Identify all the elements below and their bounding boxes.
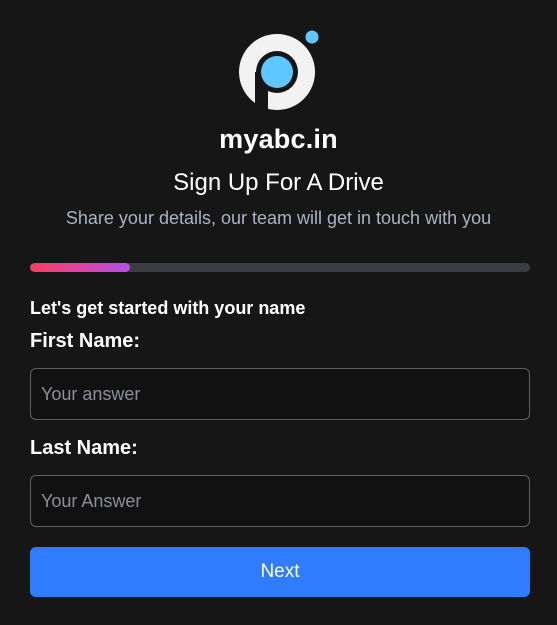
first-name-label: First Name: [30, 330, 141, 352]
progress-bar-fill [30, 263, 130, 272]
next-button[interactable]: Next [30, 547, 530, 597]
first-name-input[interactable] [30, 368, 530, 420]
step-heading: Let's get started with your name [30, 298, 306, 318]
brand-name: myabc.in [219, 124, 338, 154]
signup-card: myabc.in Sign Up For A Drive Share your … [0, 0, 557, 625]
last-name-label: Last Name: [30, 437, 138, 459]
page-subtitle: Share your details, our team will get in… [65, 208, 492, 228]
last-name-input[interactable] [30, 475, 530, 527]
page-title: Sign Up For A Drive [173, 169, 384, 196]
brand-logo-icon [239, 29, 320, 110]
progress-bar [30, 263, 530, 272]
